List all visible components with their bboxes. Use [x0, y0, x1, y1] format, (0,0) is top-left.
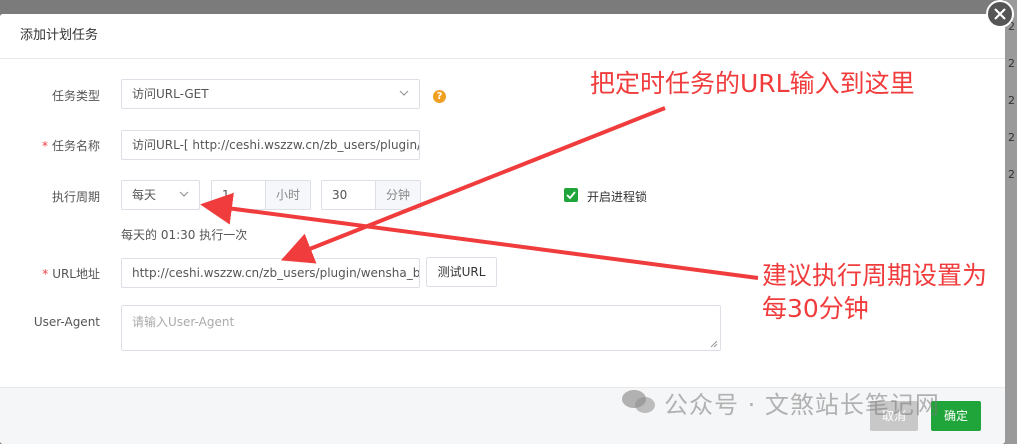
annotation-period-hint-line2: 每30分钟	[762, 294, 869, 323]
watermark-text: 公众号 · 文煞站长笔记网	[664, 391, 940, 419]
arrow-to-url-input	[280, 106, 666, 264]
annotation-period-hint-line1: 建议执行周期设置为	[762, 261, 988, 290]
annotation-arrows	[200, 106, 759, 280]
wechat-icon	[622, 390, 655, 413]
arrow-to-period-select	[200, 192, 759, 280]
annotation-url-hint: 把定时任务的URL输入到这里	[590, 69, 915, 98]
